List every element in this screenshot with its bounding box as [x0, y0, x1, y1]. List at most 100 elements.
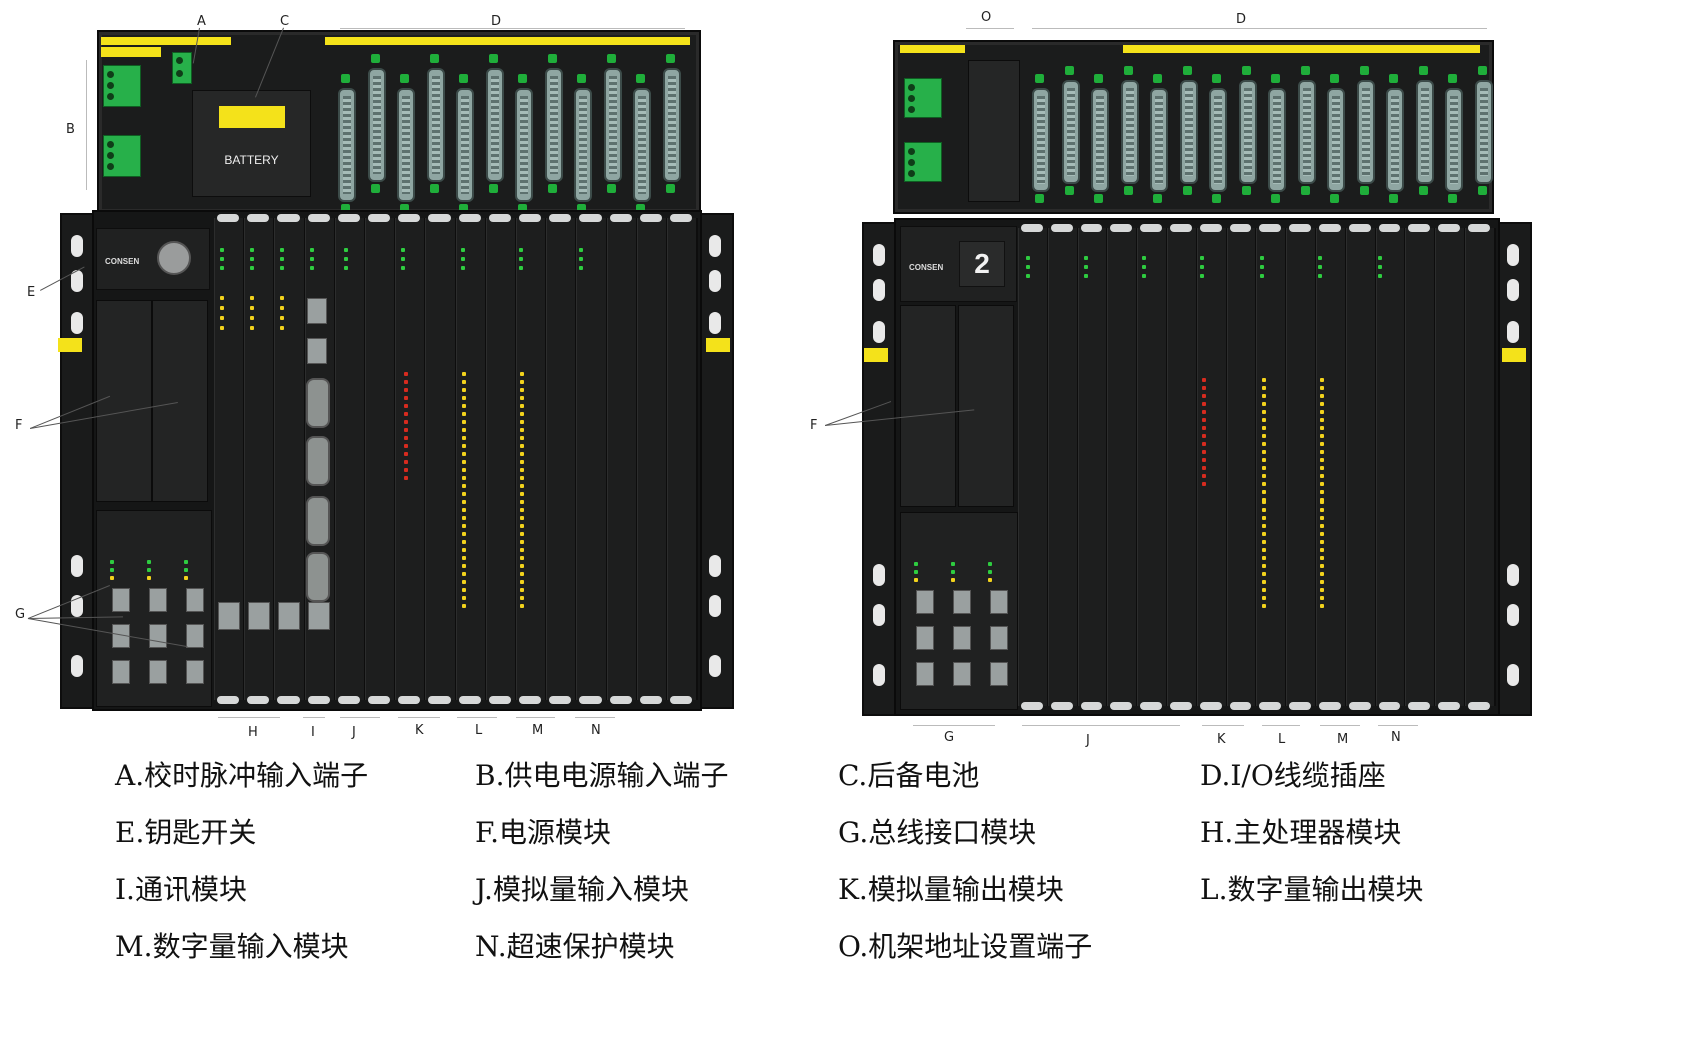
right-bus-led [951, 570, 955, 574]
right-bus-port[interactable] [953, 662, 971, 686]
right-slots-handle[interactable] [1378, 702, 1401, 710]
right-slots-handle[interactable] [1289, 224, 1311, 232]
right-conn-connector[interactable] [1179, 80, 1198, 184]
callout-i-left: I [311, 725, 315, 740]
right-bus-port[interactable] [990, 662, 1008, 686]
right-conn-status-led [1330, 74, 1339, 83]
legend-item-a: A.校时脉冲输入端子 [115, 759, 369, 792]
right-slots-module [1077, 228, 1109, 706]
right-conn-connector[interactable] [1297, 80, 1316, 184]
output-led [1202, 410, 1206, 414]
right-bus-port[interactable] [916, 590, 934, 614]
right-bus-port[interactable] [990, 626, 1008, 650]
right-conn-status-led [1241, 66, 1251, 75]
right-conn-connector[interactable] [1091, 88, 1109, 192]
input-led [1320, 500, 1324, 504]
output-led [1262, 434, 1266, 438]
right-conn-status-led [1035, 194, 1044, 203]
right-bus-port[interactable] [953, 590, 971, 614]
right-conn-connector[interactable] [1268, 88, 1286, 192]
module-led [1084, 274, 1088, 278]
right-slots-handle[interactable] [1021, 702, 1043, 710]
callout-f-right: F [810, 418, 818, 433]
legend: A.校时脉冲输入端子 B.供电电源输入端子 C.后备电池 D.I/O线缆插座 E… [0, 750, 1689, 1045]
right-warning-strip-o [900, 45, 965, 53]
right-slots-handle[interactable] [1080, 702, 1103, 710]
rack-number-display: 2 [959, 241, 1005, 287]
right-conn-connector[interactable] [1327, 88, 1345, 192]
right-conn-status-led [1418, 66, 1428, 75]
right-slots-handle[interactable] [1050, 702, 1073, 710]
right-slots-handle[interactable] [1140, 702, 1162, 710]
right-slots-handle[interactable] [1229, 224, 1252, 232]
right-slots-handle[interactable] [1468, 224, 1490, 232]
module-led [1142, 265, 1146, 269]
right-power-module-2 [958, 305, 1014, 507]
right-conn-connector[interactable] [1061, 80, 1080, 184]
right-slots-handle[interactable] [1229, 702, 1252, 710]
right-slots-handle[interactable] [1319, 702, 1341, 710]
right-slots-handle[interactable] [1110, 224, 1133, 232]
right-slots-handle[interactable] [1259, 702, 1282, 710]
right-slots-handle[interactable] [1170, 702, 1192, 710]
right-conn-status-led [1094, 194, 1103, 203]
input-led [1320, 508, 1324, 512]
right-slots-handle[interactable] [1468, 702, 1490, 710]
module-led [1378, 265, 1382, 269]
output-led [1202, 434, 1206, 438]
right-bus-port[interactable] [990, 590, 1008, 614]
callout-n-right: N [1391, 730, 1401, 745]
right-slots-handle[interactable] [1110, 702, 1133, 710]
input-led [1320, 442, 1324, 446]
right-conn-connector[interactable] [1238, 80, 1257, 184]
right-bus-led [988, 562, 992, 566]
output-led [1262, 572, 1266, 576]
right-slots-handle[interactable] [1259, 224, 1282, 232]
right-conn-connector[interactable] [1032, 88, 1050, 192]
right-conn-connector[interactable] [1209, 88, 1227, 192]
right-conn-connector[interactable] [1150, 88, 1168, 192]
right-slots-handle[interactable] [1050, 224, 1073, 232]
right-bus-port[interactable] [953, 626, 971, 650]
right-slots-handle[interactable] [1378, 224, 1401, 232]
right-slots-handle[interactable] [1289, 702, 1311, 710]
right-conn-connector[interactable] [1356, 80, 1375, 184]
legend-item-i: I.通讯模块 [115, 873, 247, 906]
legend-item-h: H.主处理器模块 [1200, 816, 1402, 849]
right-conn-status-led [1241, 186, 1251, 195]
right-conn-status-led [1035, 74, 1044, 83]
right-slots-handle[interactable] [1348, 224, 1371, 232]
right-bus-port[interactable] [916, 662, 934, 686]
right-slots-handle[interactable] [1199, 702, 1222, 710]
right-slots-handle[interactable] [1408, 702, 1431, 710]
legend-item-e: E.钥匙开关 [115, 816, 257, 849]
right-conn-connector[interactable] [1386, 88, 1404, 192]
right-conn-status-led [1064, 66, 1074, 75]
right-slots-handle[interactable] [1021, 224, 1043, 232]
right-side-label-left [864, 348, 888, 362]
right-slots-handle[interactable] [1199, 224, 1222, 232]
right-conn-connector[interactable] [1415, 80, 1434, 184]
input-led [1320, 490, 1324, 494]
right-slots-handle[interactable] [1080, 224, 1103, 232]
right-slots-handle[interactable] [1438, 702, 1460, 710]
right-slots-handle[interactable] [1408, 224, 1431, 232]
input-led [1320, 378, 1324, 382]
output-led [1202, 442, 1206, 446]
right-slots-handle[interactable] [1438, 224, 1460, 232]
module-led [1142, 256, 1146, 260]
right-address-panel: CONSEN 2 [900, 226, 1017, 302]
right-conn-connector[interactable] [1445, 88, 1463, 192]
right-slots-handle[interactable] [1348, 702, 1371, 710]
right-bus-port[interactable] [916, 626, 934, 650]
module-led [1260, 265, 1264, 269]
right-slots-handle[interactable] [1140, 224, 1162, 232]
input-led [1320, 482, 1324, 486]
right-conn-connector[interactable] [1120, 80, 1139, 184]
right-slots-handle[interactable] [1319, 224, 1341, 232]
output-led [1262, 426, 1266, 430]
right-conn-connector[interactable] [1474, 80, 1493, 184]
right-slots-handle[interactable] [1170, 224, 1192, 232]
right-conn-status-led [1389, 74, 1398, 83]
legend-item-b: B.供电电源输入端子 [475, 759, 729, 792]
